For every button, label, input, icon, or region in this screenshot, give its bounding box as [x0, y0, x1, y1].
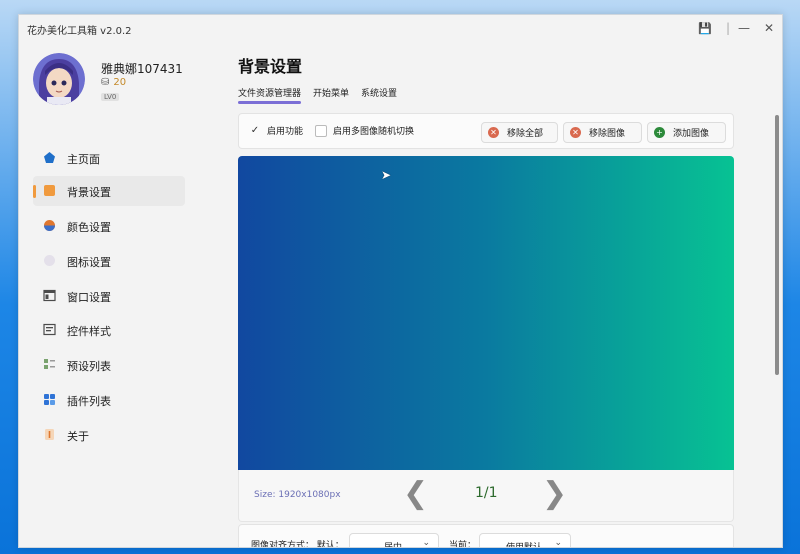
sidebar-item-label: 窗口设置	[67, 291, 111, 304]
sidebar-item-plugins[interactable]: 插件列表	[33, 385, 185, 415]
sidebar-item-window[interactable]: 窗口设置	[33, 281, 185, 311]
sidebar-item-label: 插件列表	[67, 395, 111, 408]
tab-start-menu[interactable]: 开始菜单	[313, 86, 349, 99]
tab-system-settings[interactable]: 系统设置	[361, 86, 397, 99]
add-image-label: 添加图像	[673, 129, 710, 139]
previous-arrow-icon[interactable]: ❮	[403, 476, 428, 511]
coin-balance: ⛁ 20	[101, 77, 126, 88]
sidebar-item-colors[interactable]: 颜色设置	[33, 211, 185, 241]
current-alignment-value: 使用默认	[506, 543, 543, 548]
info-icon	[45, 429, 54, 440]
remove-icon: ✕	[570, 127, 581, 138]
preset-icon	[44, 359, 55, 369]
unchecked-box-icon	[315, 124, 327, 137]
tab-file-explorer[interactable]: 文件资源管理器	[238, 86, 302, 104]
default-alignment-select[interactable]: 居中 ⌄	[349, 533, 439, 548]
palette-icon	[44, 220, 55, 231]
checkmark-icon: ✓	[250, 124, 260, 136]
default-alignment-value: 居中	[384, 543, 403, 548]
background-toolbar: ✓ 启用功能 启用多图像随机切换 ✕ 移除全部 ✕ 移除图像 + 添加图像	[238, 113, 734, 149]
next-arrow-icon[interactable]: ❯	[542, 476, 567, 511]
enable-checkbox[interactable]: ✓ 启用功能	[249, 124, 304, 138]
page-indicator: 1/1	[475, 485, 498, 501]
sidebar-item-label: 关于	[67, 430, 89, 443]
sidebar-item-home[interactable]: 主页面	[33, 143, 185, 173]
coin-icon: ⛁	[101, 77, 110, 88]
image-size-text: Size: 1920x1080px	[254, 490, 341, 500]
mouse-cursor-icon: ➤	[381, 168, 392, 182]
alignment-label: 图像对齐方式： 默认：	[251, 541, 344, 548]
level-badge: LV0	[101, 93, 120, 101]
icon-settings-icon	[44, 255, 55, 266]
sidebar-item-background[interactable]: 背景设置	[33, 176, 185, 206]
remove-icon: ✕	[488, 127, 499, 138]
sidebar-item-label: 背景设置	[67, 186, 111, 199]
coin-count: 20	[113, 77, 127, 88]
add-image-button[interactable]: + 添加图像	[647, 122, 726, 143]
background-preview[interactable]	[238, 156, 734, 470]
sidebar-item-controls[interactable]: 控件样式	[33, 315, 185, 345]
controls-icon	[43, 323, 56, 336]
plugin-icon	[44, 394, 55, 405]
chevron-down-icon: ⌄	[422, 538, 430, 548]
home-icon	[44, 152, 55, 163]
close-button[interactable]: ✕	[760, 19, 778, 37]
enable-label: 启用功能	[267, 127, 304, 137]
sidebar-item-label: 主页面	[67, 153, 100, 166]
sidebar-item-label: 预设列表	[67, 360, 111, 373]
sidebar-item-label: 控件样式	[67, 325, 111, 338]
preview-navigation: Size: 1920x1080px ❮ 1/1 ❯	[238, 470, 734, 522]
title-bar: 花办美化工具箱 v2.0.2 💾 | — ✕	[19, 15, 782, 41]
sidebar-item-icons[interactable]: 图标设置	[33, 246, 185, 276]
background-icon	[44, 185, 55, 196]
app-window: 花办美化工具箱 v2.0.2 💾 | — ✕ 雅典娜107431 ⛁ 20 LV…	[18, 14, 783, 548]
sidebar-item-presets[interactable]: 预设列表	[33, 350, 185, 380]
random-switch-checkbox[interactable]: 启用多图像随机切换	[315, 124, 414, 137]
add-icon: +	[654, 127, 665, 138]
remove-all-button[interactable]: ✕ 移除全部	[481, 122, 558, 143]
page-title: 背景设置	[238, 57, 303, 76]
sidebar-item-about[interactable]: 关于	[33, 420, 185, 450]
remove-image-label: 移除图像	[589, 129, 626, 139]
sidebar-item-label: 图标设置	[67, 256, 111, 269]
minimize-button[interactable]: —	[735, 19, 753, 37]
random-switch-label: 启用多图像随机切换	[333, 127, 415, 137]
sidebar-item-label: 颜色设置	[67, 221, 111, 234]
window-title: 花办美化工具箱 v2.0.2	[27, 26, 132, 37]
current-alignment-select[interactable]: 使用默认 ⌄	[479, 533, 571, 548]
alignment-row: 图像对齐方式： 默认： 居中 ⌄ 当前： 使用默认 ⌄	[238, 524, 734, 548]
current-alignment-label: 当前：	[449, 541, 477, 548]
pin-icon[interactable]: 💾	[696, 19, 714, 37]
active-indicator	[33, 185, 36, 198]
avatar[interactable]	[33, 53, 85, 105]
vertical-scrollbar[interactable]	[775, 115, 779, 375]
username: 雅典娜107431	[101, 62, 183, 76]
window-icon	[43, 289, 56, 302]
remove-all-label: 移除全部	[507, 129, 544, 139]
remove-image-button[interactable]: ✕ 移除图像	[563, 122, 642, 143]
chevron-down-icon: ⌄	[554, 538, 562, 548]
